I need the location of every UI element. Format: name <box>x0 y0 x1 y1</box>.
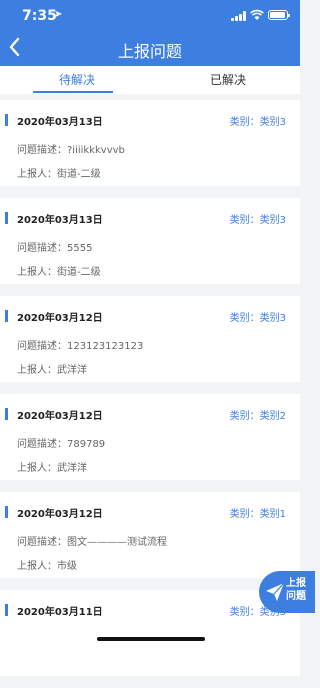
tab-pending[interactable]: 待解决 <box>59 71 95 88</box>
issue-date: 2020年03月12日 <box>17 411 103 422</box>
app-header: 7:35 ➤ 上报问题 <box>0 0 300 66</box>
issue-date: 2020年03月11日 <box>17 607 103 618</box>
issue-category: 类别：类别2 <box>229 411 286 422</box>
issue-category: 类别：类别3 <box>229 117 286 128</box>
issue-reporter: 上报人：武洋洋 <box>17 463 87 474</box>
issue-date: 2020年03月13日 <box>17 215 103 226</box>
issue-description: 问题描述：789789 <box>17 439 106 450</box>
issue-card[interactable]: 2020年03月12日 类别：类别1 问题描述：图文————测试流程 上报人：市… <box>0 492 300 578</box>
accent-bar <box>5 506 8 518</box>
issue-description: 问题描述：5555 <box>17 243 93 254</box>
issue-date: 2020年03月12日 <box>17 509 103 520</box>
signal-icon <box>231 11 247 21</box>
issue-reporter: 上报人：街道-二级 <box>17 267 101 278</box>
wifi-icon <box>250 9 264 20</box>
issue-description: 问题描述：图文————测试流程 <box>17 537 167 548</box>
battery-icon <box>268 10 290 20</box>
issue-card[interactable]: 2020年03月11日 类别：类别3 <box>0 590 300 676</box>
tab-resolved[interactable]: 已解决 <box>210 71 246 88</box>
active-tab-indicator <box>33 91 113 93</box>
report-issue-label: 上报问题 <box>286 578 306 602</box>
issue-category: 类别：类别1 <box>229 509 286 520</box>
issue-card[interactable]: 2020年03月13日 类别：类别3 问题描述：5555 上报人：街道-二级 <box>0 198 300 284</box>
status-bar: 7:35 ➤ <box>0 0 300 30</box>
issue-date: 2020年03月13日 <box>17 117 103 128</box>
issue-card[interactable]: 2020年03月13日 类别：类别3 问题描述：?iiiikkkvvvb 上报人… <box>0 100 300 186</box>
accent-bar <box>5 310 8 322</box>
report-issue-button[interactable]: 上报问题 <box>259 571 315 613</box>
paper-plane-icon <box>266 582 285 601</box>
issue-reporter: 上报人：武洋洋 <box>17 365 87 376</box>
issue-reporter: 上报人：市级 <box>17 561 77 572</box>
issue-list[interactable]: 2020年03月13日 类别：类别3 问题描述：?iiiikkkvvvb 上报人… <box>0 100 300 688</box>
accent-bar <box>5 114 8 126</box>
issue-description: 问题描述：123123123123 <box>17 341 144 352</box>
status-time: 7:35 <box>22 8 57 24</box>
tab-bar: 待解决 已解决 <box>0 66 300 94</box>
accent-bar <box>5 212 8 224</box>
page-title: 上报问题 <box>117 42 182 61</box>
issue-description: 问题描述：?iiiikkkvvvb <box>17 145 125 156</box>
location-arrow-icon: ➤ <box>54 9 63 20</box>
issue-card[interactable]: 2020年03月12日 类别：类别3 问题描述：123123123123 上报人… <box>0 296 300 382</box>
issue-date: 2020年03月12日 <box>17 313 103 324</box>
accent-bar <box>5 408 8 420</box>
home-indicator <box>97 637 205 641</box>
issue-category: 类别：类别3 <box>229 215 286 226</box>
issue-card[interactable]: 2020年03月12日 类别：类别2 问题描述：789789 上报人：武洋洋 <box>0 394 300 480</box>
accent-bar <box>5 604 8 616</box>
issue-category: 类别：类别3 <box>229 313 286 324</box>
issue-reporter: 上报人：街道-二级 <box>17 169 101 180</box>
